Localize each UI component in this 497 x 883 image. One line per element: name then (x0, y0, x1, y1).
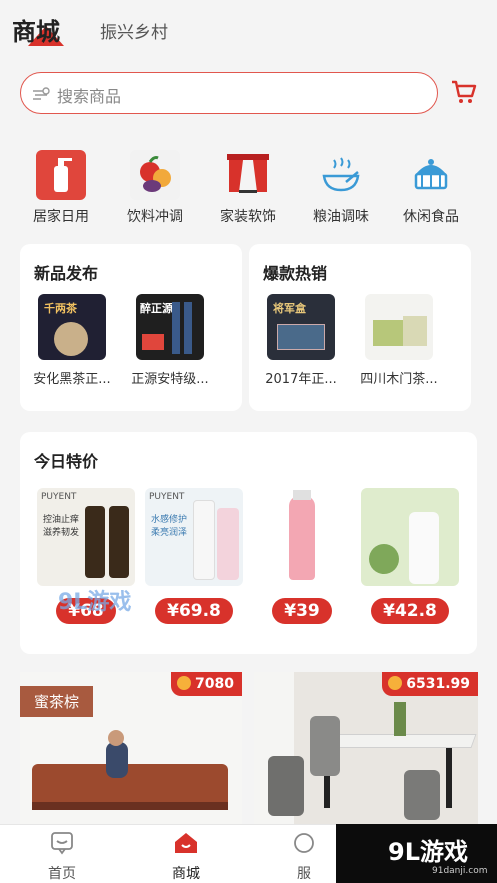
nav-service-label: 服 (297, 866, 311, 882)
bowl-icon (316, 150, 366, 200)
deal-brand: PUYENT (41, 492, 77, 502)
banner-sofa[interactable]: 蜜茶棕 7080 (20, 672, 242, 824)
product-name: 正源安特级... (131, 372, 209, 387)
curtain-icon (223, 150, 273, 200)
deal-item[interactable]: ¥39 (252, 488, 352, 624)
nav-mall-label: 商城 (172, 866, 200, 882)
category-bar: 居家日用 饮料冲调 家装软饰 粮油调味 休闲食品 (0, 150, 497, 230)
search-row: 搜索商品 (20, 72, 480, 114)
deal-image: PUYENT 控油止痒 滋养韧发 (37, 488, 135, 586)
deal-image (253, 488, 351, 586)
banner-price: 7080 (195, 676, 234, 692)
fruit-icon (130, 150, 180, 200)
nav-home-label: 首页 (48, 866, 76, 882)
product-item[interactable]: 将军盒 2017年正... (255, 294, 347, 387)
watermark-logo-corner: 9L游戏 (388, 838, 468, 866)
deal-brand: PUYENT (149, 492, 185, 502)
product-item[interactable]: 四川木门茶... (353, 294, 445, 387)
category-label: 休闲食品 (403, 209, 459, 225)
coin-icon (177, 676, 192, 690)
category-label: 饮料冲调 (127, 209, 183, 225)
product-name: 2017年正... (265, 372, 337, 387)
watermark-logo: 9L游戏 (58, 590, 132, 615)
coin-icon (388, 676, 403, 690)
category-snacks[interactable]: 休闲食品 (386, 150, 476, 226)
category-home-decor[interactable]: 家装软饰 (203, 150, 293, 226)
product-thumb: 将军盒 (267, 294, 335, 360)
watermark-url: 91danji.com (432, 866, 488, 876)
tab-mall[interactable]: 商城 (12, 12, 64, 47)
deal-tagline: 控油止痒 滋养韧发 (42, 515, 79, 538)
product-item[interactable]: 醉正源 正源安特级... (124, 294, 216, 387)
new-products-card: 新品发布 千两茶 安化黑茶正... 醉正源 正源安特级... (20, 244, 242, 411)
product-thumb: 醉正源 (136, 294, 204, 360)
banner-price: 6531.99 (406, 676, 470, 692)
tab-rural[interactable]: 振兴乡村 (100, 18, 168, 43)
hot-sales-title: 爆款热销 (263, 264, 328, 283)
search-placeholder: 搜索商品 (57, 87, 122, 106)
shop-house-icon (175, 833, 197, 853)
daily-deals-card: 今日特价 PUYENT 控油止痒 滋养韧发 ¥68 PUYENT 水感修护 柔亮… (20, 432, 477, 654)
deal-item[interactable]: ¥42.8 (360, 488, 460, 624)
thumb-text: 千两茶 (44, 302, 77, 315)
banner-dining[interactable]: 6531.99 (254, 672, 478, 824)
price-pill: 6531.99 (382, 672, 478, 696)
search-icon (33, 87, 50, 100)
daily-deals-title: 今日特价 (34, 452, 99, 471)
thumb-text: 醉正源 (140, 302, 173, 315)
deal-price: ¥39 (272, 598, 332, 624)
nav-service[interactable]: 服 (264, 831, 344, 883)
category-label: 粮油调味 (313, 209, 369, 225)
watermark-box: 9L游戏 91danji.com (336, 824, 497, 883)
nav-home[interactable]: 首页 (22, 831, 102, 883)
new-products-title: 新品发布 (34, 264, 99, 283)
price-pill: 7080 (171, 672, 242, 696)
product-item[interactable]: 千两茶 安化黑茶正... (26, 294, 118, 387)
lotion-bottle-icon (36, 150, 86, 200)
product-name: 安化黑茶正... (33, 372, 111, 387)
deal-image (361, 488, 459, 586)
nav-mall[interactable]: 商城 (146, 831, 226, 883)
top-tabs: 商城 振兴乡村 (0, 0, 497, 60)
banner-tag: 蜜茶棕 (20, 686, 94, 717)
deal-price: ¥42.8 (371, 598, 449, 624)
deal-image: PUYENT 水感修护 柔亮润泽 (145, 488, 243, 586)
search-input[interactable]: 搜索商品 (20, 72, 438, 114)
hot-sales-card: 爆款热销 将军盒 2017年正... 四川木门茶... (249, 244, 471, 411)
home-chat-icon (51, 832, 73, 855)
product-name: 四川木门茶... (360, 372, 438, 387)
category-home-goods[interactable]: 居家日用 (16, 150, 106, 226)
cake-icon (406, 150, 456, 200)
deal-item[interactable]: PUYENT 水感修护 柔亮润泽 ¥69.8 (144, 488, 244, 624)
category-label: 居家日用 (33, 209, 89, 225)
category-label: 家装软饰 (220, 209, 276, 225)
thumb-text: 将军盒 (273, 302, 306, 315)
category-grain-oil[interactable]: 粮油调味 (296, 150, 386, 226)
service-icon (294, 833, 314, 853)
product-thumb: 千两茶 (38, 294, 106, 360)
tab-mall-label: 商城 (12, 18, 60, 46)
product-thumb (365, 294, 433, 360)
tab-rural-label: 振兴乡村 (100, 23, 168, 43)
deal-price: ¥69.8 (155, 598, 233, 624)
table-image (321, 734, 477, 748)
deal-tagline: 水感修护 柔亮润泽 (150, 515, 187, 538)
category-drinks[interactable]: 饮料冲调 (110, 150, 200, 226)
cart-icon[interactable] (450, 78, 478, 106)
